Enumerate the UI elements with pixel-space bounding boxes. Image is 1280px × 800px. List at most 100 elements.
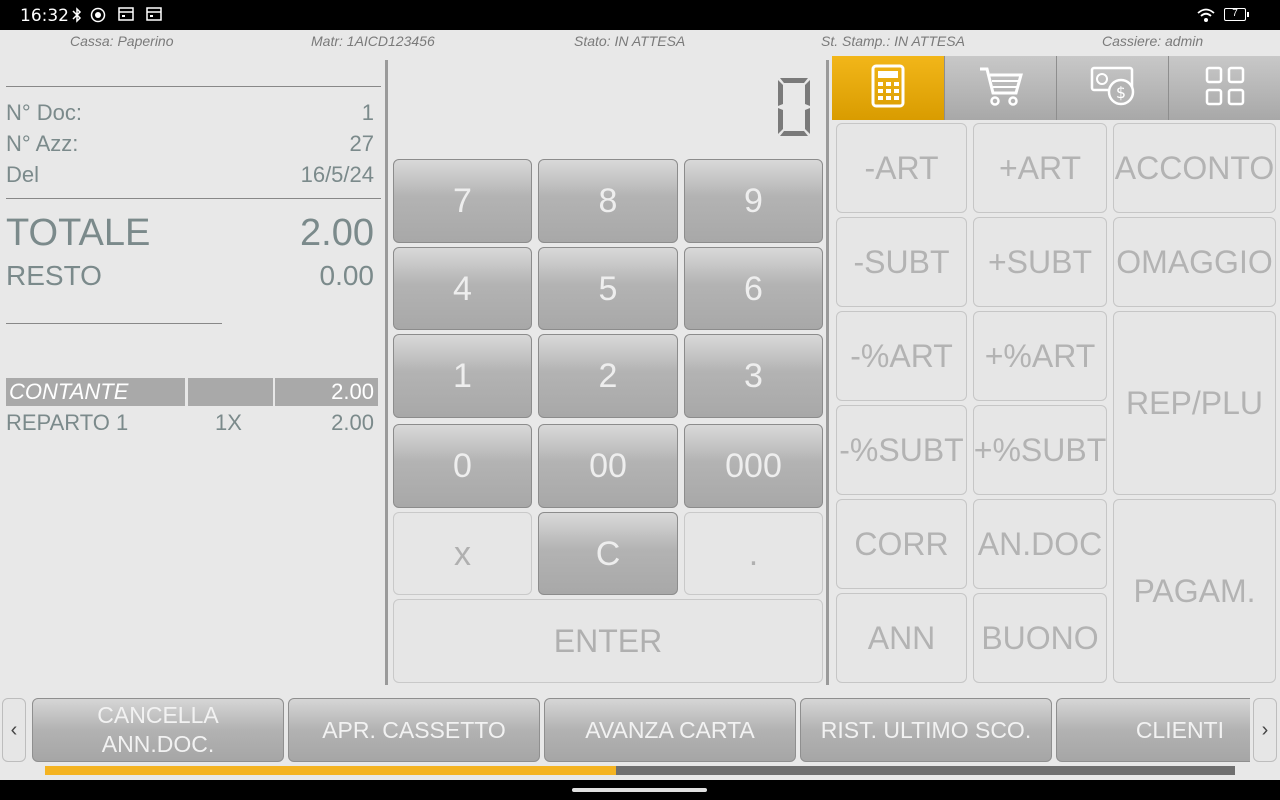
enter-button[interactable]: ENTER bbox=[393, 599, 823, 683]
minus-art-button[interactable]: -ART bbox=[836, 123, 967, 213]
clienti-button[interactable]: CLIENTI bbox=[1056, 698, 1250, 762]
doc-number-row: N° Doc: 1 bbox=[6, 100, 374, 128]
separator bbox=[385, 60, 388, 685]
plus-pct-art-button[interactable]: +%ART bbox=[973, 311, 1107, 401]
home-handle[interactable] bbox=[572, 788, 707, 792]
key-multiply[interactable]: x bbox=[393, 512, 532, 595]
divider bbox=[6, 86, 381, 87]
matricola-label: Matr: 1AICD123456 bbox=[311, 33, 435, 49]
calculator-icon bbox=[871, 64, 905, 113]
cassa-label: Cassa: Paperino bbox=[70, 33, 174, 49]
azz-number-value: 27 bbox=[349, 131, 374, 156]
azz-number-label: N° Azz: bbox=[6, 131, 79, 156]
tab-cart[interactable] bbox=[944, 56, 1056, 120]
tab-payment[interactable]: $ bbox=[1056, 56, 1168, 120]
separator bbox=[826, 60, 829, 685]
money-icon: $ bbox=[1088, 64, 1138, 113]
date-value: 16/5/24 bbox=[300, 162, 374, 187]
svg-text:$: $ bbox=[1115, 83, 1125, 102]
doc-number-value: 1 bbox=[361, 100, 374, 125]
key-2[interactable]: 2 bbox=[538, 334, 678, 418]
key-decimal[interactable]: . bbox=[684, 512, 823, 595]
doc-number-label: N° Doc: bbox=[6, 100, 83, 125]
resto-value: 0.00 bbox=[319, 260, 375, 291]
ann-button[interactable]: ANN bbox=[836, 593, 967, 683]
system-nav-bar bbox=[0, 780, 1280, 800]
tab-apps[interactable] bbox=[1168, 56, 1280, 120]
key-1[interactable]: 1 bbox=[393, 334, 532, 418]
totale-row: TOTALE 2.00 bbox=[6, 212, 374, 256]
chevron-right-icon: › bbox=[1261, 718, 1269, 741]
totale-value: 2.00 bbox=[300, 212, 374, 254]
key-0[interactable]: 0 bbox=[393, 424, 532, 508]
cassiere-label: Cassiere: admin bbox=[1102, 33, 1204, 49]
corr-button[interactable]: CORR bbox=[836, 499, 967, 589]
nfc-icon bbox=[90, 7, 106, 26]
key-7[interactable]: 7 bbox=[393, 159, 532, 243]
resto-row: RESTO 0.00 bbox=[6, 260, 374, 294]
cancella-ann-doc-button[interactable]: CANCELLA ANN.DOC. bbox=[32, 698, 284, 762]
item-name: REPARTO 1 bbox=[6, 410, 129, 435]
azz-number-row: N° Azz: 27 bbox=[6, 131, 374, 159]
grid-icon bbox=[1204, 65, 1246, 112]
clock: 16:32 bbox=[20, 6, 69, 26]
receipt-panel: N° Doc: 1 N° Azz: 27 Del 16/5/24 TOTALE … bbox=[0, 52, 386, 685]
acconto-button[interactable]: ACCONTO bbox=[1113, 123, 1276, 213]
scroll-right-button[interactable]: › bbox=[1253, 698, 1277, 762]
wifi-icon bbox=[1196, 7, 1216, 26]
ristampa-ultimo-scontrino-button[interactable]: RIST. ULTIMO SCO. bbox=[800, 698, 1052, 762]
stato-label: Stato: IN ATTESA bbox=[574, 33, 686, 49]
calendar-icon bbox=[146, 7, 162, 24]
item-amount: 2.00 bbox=[331, 410, 374, 435]
buono-button[interactable]: BUONO bbox=[973, 593, 1107, 683]
key-00[interactable]: 00 bbox=[538, 424, 678, 508]
plus-pct-subt-button[interactable]: +%SUBT bbox=[973, 405, 1107, 495]
resto-label: RESTO bbox=[6, 260, 102, 291]
an-doc-button[interactable]: AN.DOC bbox=[973, 499, 1107, 589]
date-label: Del bbox=[6, 162, 40, 187]
cancella-label-line2: ANN.DOC. bbox=[101, 731, 215, 757]
minus-subt-button[interactable]: -SUBT bbox=[836, 217, 967, 307]
pagam-button[interactable]: PAGAM. bbox=[1113, 499, 1276, 683]
item-qty: 1X bbox=[215, 410, 242, 435]
chevron-left-icon: ‹ bbox=[10, 718, 18, 741]
key-clear[interactable]: C bbox=[538, 512, 678, 595]
stato-stampante-label: St. Stamp.: IN ATTESA bbox=[821, 33, 965, 49]
key-4[interactable]: 4 bbox=[393, 247, 532, 330]
date-row: Del 16/5/24 bbox=[6, 162, 374, 190]
status-bar: 16:32 7 bbox=[0, 0, 1280, 30]
payment-amount: 2.00 bbox=[275, 378, 378, 406]
key-5[interactable]: 5 bbox=[538, 247, 678, 330]
numeric-display: 0 bbox=[776, 76, 812, 136]
divider bbox=[6, 198, 381, 199]
cancella-label-line1: CANCELLA bbox=[97, 702, 219, 728]
scroll-progress-fill bbox=[45, 766, 617, 775]
list-item[interactable]: REPARTO 1 1X 2.00 bbox=[6, 410, 378, 438]
scroll-left-button[interactable]: ‹ bbox=[2, 698, 26, 762]
pos-app: Cassa: Paperino Matr: 1AICD123456 Stato:… bbox=[0, 30, 1280, 780]
calendar-icon bbox=[118, 7, 134, 24]
tab-calculator[interactable] bbox=[832, 56, 944, 120]
key-6[interactable]: 6 bbox=[684, 247, 823, 330]
key-9[interactable]: 9 bbox=[684, 159, 823, 243]
cart-icon bbox=[978, 65, 1024, 112]
shortcut-bar: ‹ CANCELLA ANN.DOC. APR. CASSETTO AVANZA… bbox=[0, 695, 1280, 780]
payment-method: CONTANTE bbox=[6, 378, 185, 406]
minus-pct-subt-button[interactable]: -%SUBT bbox=[836, 405, 967, 495]
avanza-carta-button[interactable]: AVANZA CARTA bbox=[544, 698, 796, 762]
payment-middle bbox=[188, 378, 273, 406]
bluetooth-icon bbox=[72, 7, 82, 26]
plus-subt-button[interactable]: +SUBT bbox=[973, 217, 1107, 307]
omaggio-button[interactable]: OMAGGIO bbox=[1113, 217, 1276, 307]
key-000[interactable]: 000 bbox=[684, 424, 823, 508]
key-3[interactable]: 3 bbox=[684, 334, 823, 418]
battery-icon: 7 bbox=[1224, 8, 1249, 21]
plus-art-button[interactable]: +ART bbox=[973, 123, 1107, 213]
rep-plu-button[interactable]: REP/PLU bbox=[1113, 311, 1276, 495]
scroll-progress-track bbox=[45, 766, 1235, 775]
totale-label: TOTALE bbox=[6, 212, 151, 254]
minus-pct-art-button[interactable]: -%ART bbox=[836, 311, 967, 401]
apri-cassetto-button[interactable]: APR. CASSETTO bbox=[288, 698, 540, 762]
divider bbox=[6, 323, 222, 324]
key-8[interactable]: 8 bbox=[538, 159, 678, 243]
